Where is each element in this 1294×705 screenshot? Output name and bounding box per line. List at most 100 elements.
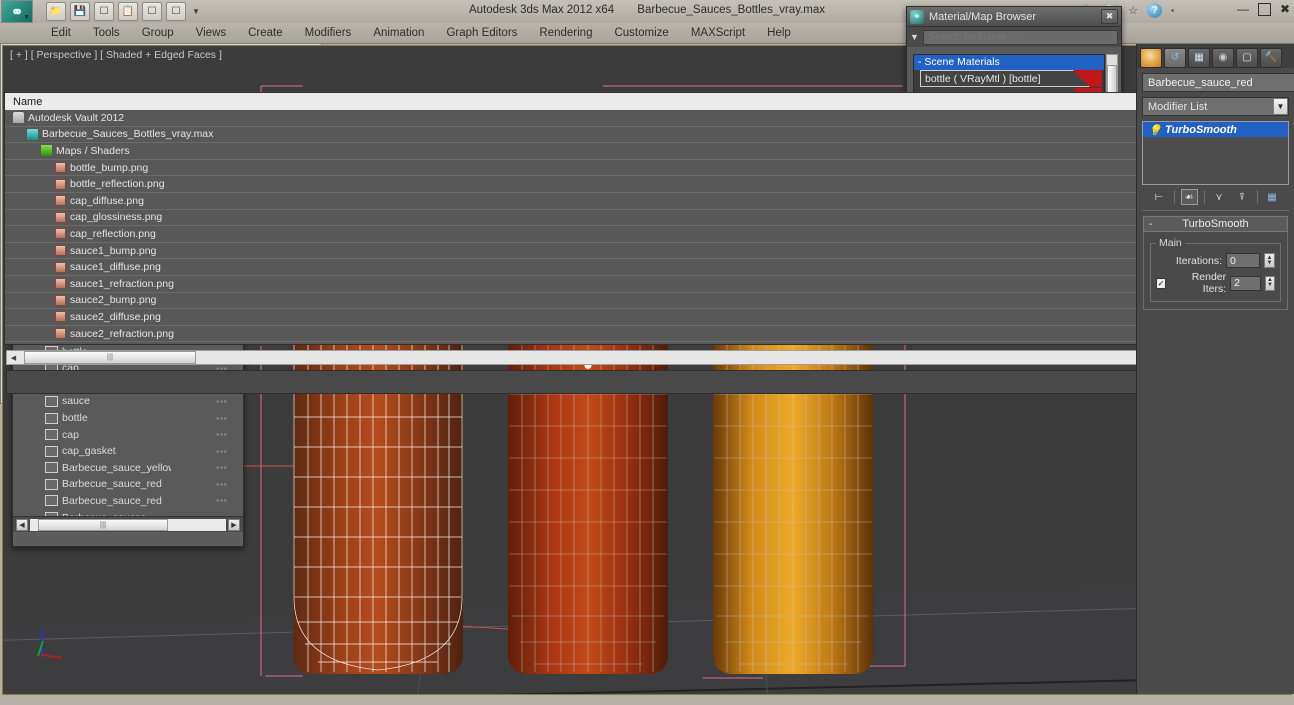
modify-tab[interactable]: ↺ [1164,47,1186,68]
scene-materials-group-header[interactable]: - Scene Materials [914,55,1104,70]
menu-edit[interactable]: Edit [40,23,82,44]
render-iters-value[interactable]: 2 [1230,275,1261,291]
asset-row[interactable]: sauce3_bump.pngFound [5,342,1289,344]
modifier-stack[interactable]: 💡 TurboSmooth [1142,121,1289,185]
pin-stack-icon[interactable]: ⊢ [1151,189,1168,205]
create-tab[interactable]: ☀ [1140,47,1162,68]
modifier-stack-item-turbosmooth[interactable]: 💡 TurboSmooth [1143,122,1288,137]
show-end-result-icon[interactable]: ☙ [1180,189,1198,205]
display-tab[interactable]: ▢ [1236,47,1258,68]
layer-row[interactable]: bottle ▪▪▪ [13,410,243,427]
layer-row-hide-cell[interactable]: ▪▪▪ [201,513,243,516]
lightbulb-icon[interactable]: 💡 [1148,124,1162,137]
scroll-track[interactable]: ||| [20,351,1274,364]
asset-row[interactable]: cap_glossiness.pngFound [5,210,1289,227]
help-dropdown-icon[interactable]: ▪ [1171,6,1174,15]
menu-group[interactable]: Group [131,23,185,44]
menu-animation[interactable]: Animation [362,23,435,44]
menu-help[interactable]: Help [756,23,802,44]
layer-list-hscrollbar[interactable]: ◀ ||| ▶ [13,516,243,532]
utilities-tab[interactable]: 🔨 [1260,47,1282,68]
close-button[interactable]: ✖ [1280,2,1290,16]
menu-modifiers[interactable]: Modifiers [294,23,363,44]
close-button[interactable]: ✖ [1101,9,1118,24]
asset-row[interactable]: sauce1_refraction.pngFound [5,276,1289,293]
redo-icon[interactable]: 📋 [118,2,138,21]
render-setup-icon[interactable]: ☐ [166,2,186,21]
scroll-right-icon[interactable]: ▶ [228,518,240,531]
asset-row[interactable]: cap_reflection.pngFound [5,226,1289,243]
layer-row[interactable]: Barbecue_sauce_red ▪▪▪ [13,493,243,510]
asset-row[interactable]: cap_diffuse.pngFound [5,193,1289,210]
layer-row-hide-cell[interactable]: ▪▪▪ [201,496,243,505]
menu-create[interactable]: Create [237,23,294,44]
layer-row-hide-cell[interactable]: ▪▪▪ [201,447,243,456]
asset-row[interactable]: Barbecue_Sauces_Bottles_vray.maxOk [5,127,1289,144]
viewport-label[interactable]: [ + ] [ Perspective ] [ Shaded + Edged F… [10,49,222,61]
group-expand-icon[interactable]: - [918,56,922,68]
layer-row-hide-cell[interactable]: ▪▪▪ [201,414,243,423]
render-iters-checkbox[interactable]: ✓ [1156,277,1167,289]
asset-row[interactable]: bottle_reflection.pngFound [5,176,1289,193]
layer-row[interactable]: sauce ▪▪▪ [13,393,243,410]
asset-list[interactable]: Name Status Autodesk Vault 2012Logged Ou… [4,92,1290,345]
column-header-name[interactable]: Name [5,96,1205,108]
menu-tools[interactable]: Tools [82,23,131,44]
motion-tab[interactable]: ◉ [1212,47,1234,68]
scroll-thumb[interactable]: ||| [38,518,168,531]
scroll-left-icon[interactable]: ◀ [16,518,28,531]
asset-list-hscrollbar[interactable]: ◀ ||| ▶ [6,350,1288,365]
menu-customize[interactable]: Customize [603,23,679,44]
menu-graph-editors[interactable]: Graph Editors [435,23,528,44]
folder-open-icon[interactable]: 📁 [46,2,66,21]
undo-icon[interactable]: ☐ [94,2,114,21]
layer-row[interactable]: Barbecue_sauce_red ▪▪▪ [13,476,243,493]
quick-access-dropdown-icon[interactable]: ▼ [192,7,200,16]
menu-maxscript[interactable]: MAXScript [680,23,756,44]
asset-row[interactable]: sauce2_refraction.pngFound [5,326,1289,343]
rollout-header[interactable]: - TurboSmooth [1143,216,1288,232]
chevron-down-icon[interactable]: ▼ [1273,98,1288,115]
asset-row[interactable]: sauce2_bump.pngFound [5,293,1289,310]
menu-rendering[interactable]: Rendering [528,23,603,44]
app-logo-button[interactable]: ⚭ ▼ [1,0,33,23]
menu-views[interactable]: Views [185,23,237,44]
render-icon[interactable]: ☐ [142,2,162,21]
logo-dropdown-arrow-icon[interactable]: ▼ [23,14,30,21]
iterations-spinner[interactable]: ▲ ▼ [1264,253,1275,268]
save-icon[interactable]: 💾 [70,2,90,21]
command-panel[interactable]: ☀ ↺ ▦ ◉ ▢ 🔨 Modifier List ▼ 💡 TurboSmoot… [1136,44,1294,694]
layer-row-hide-cell[interactable]: ▪▪▪ [201,397,243,406]
scroll-thumb[interactable]: ||| [24,351,196,364]
iterations-value[interactable]: 0 [1226,253,1260,268]
help-icon[interactable]: ? [1147,3,1163,18]
scroll-track[interactable]: ||| [30,518,226,531]
asset-row[interactable]: sauce1_diffuse.pngFound [5,259,1289,276]
hierarchy-tab[interactable]: ▦ [1188,47,1210,68]
asset-row[interactable]: bottle_bump.pngFound [5,160,1289,177]
layer-row[interactable]: Barbecue_sauces ▪▪▪ [13,509,243,516]
modifier-list-dropdown[interactable]: Modifier List ▼ [1142,97,1289,116]
search-options-dropdown-icon[interactable]: ▼ [910,32,919,42]
favorites-star-icon[interactable]: ☆ [1128,4,1138,17]
scroll-left-icon[interactable]: ◀ [7,354,20,362]
configure-sets-icon[interactable]: ▦ [1264,189,1281,205]
object-name-input[interactable] [1142,73,1294,92]
remove-modifier-icon[interactable]: ⍒ [1234,189,1251,205]
layer-row-hide-cell[interactable]: ▪▪▪ [201,463,243,472]
asset-row[interactable]: sauce2_diffuse.pngFound [5,309,1289,326]
render-iters-spinner[interactable]: ▲ ▼ [1264,275,1275,291]
asset-row[interactable]: Autodesk Vault 2012Logged Out .. [5,110,1289,127]
layer-row[interactable]: cap_gasket ▪▪▪ [13,443,243,460]
asset-row[interactable]: Maps / Shaders [5,143,1289,160]
layer-row[interactable]: Barbecue_sauce_yellow ▪▪▪ [13,460,243,477]
maximize-button[interactable] [1257,2,1271,16]
asset-row[interactable]: sauce1_bump.pngFound [5,243,1289,260]
layer-row-hide-cell[interactable]: ▪▪▪ [201,480,243,489]
layer-row-hide-cell[interactable]: ▪▪▪ [201,430,243,439]
minimize-button[interactable]: — [1237,2,1249,16]
material-list-item[interactable]: bottle ( VRayMtl ) [bottle] [920,70,1102,88]
rollout-collapse-icon[interactable]: - [1149,219,1152,230]
search-input[interactable] [922,29,1118,45]
layer-row[interactable]: cap ▪▪▪ [13,426,243,443]
